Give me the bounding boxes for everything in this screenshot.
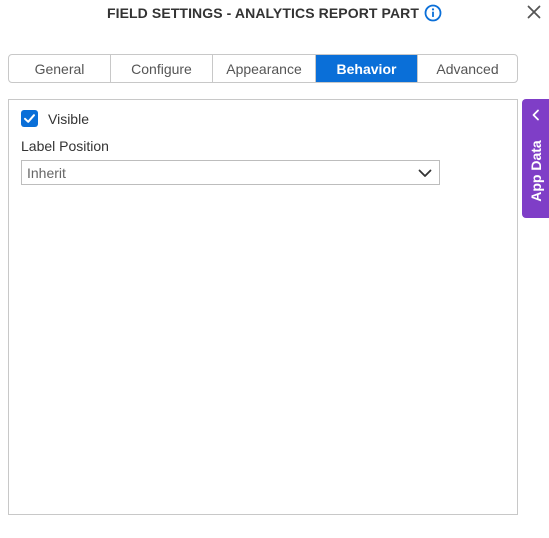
visible-checkbox[interactable]	[21, 110, 38, 127]
tab-advanced[interactable]: Advanced	[418, 55, 517, 82]
tab-appearance[interactable]: Appearance	[213, 55, 316, 82]
label-position-select[interactable]: Inherit	[21, 160, 440, 185]
tab-general[interactable]: General	[9, 55, 111, 82]
behavior-panel: Visible Label Position Inherit	[8, 99, 518, 515]
visible-row: Visible	[21, 110, 89, 127]
field-settings-dialog: FIELD SETTINGS - ANALYTICS REPORT PART G…	[0, 0, 549, 538]
info-icon[interactable]	[424, 4, 442, 22]
close-icon	[527, 5, 541, 19]
chevron-left-icon	[532, 109, 539, 121]
app-data-label: App Data	[527, 140, 544, 202]
app-data-panel-toggle[interactable]: App Data	[522, 99, 549, 218]
checkmark-icon	[24, 114, 35, 123]
dialog-title: FIELD SETTINGS - ANALYTICS REPORT PART	[106, 5, 420, 21]
chevron-down-icon	[418, 169, 432, 177]
dialog-header: FIELD SETTINGS - ANALYTICS REPORT PART	[0, 0, 549, 26]
settings-tabs: General Configure Appearance Behavior Ad…	[8, 54, 518, 83]
close-button[interactable]	[525, 3, 543, 21]
label-position-value: Inherit	[27, 164, 66, 181]
label-position-label: Label Position	[21, 138, 109, 154]
visible-label: Visible	[48, 110, 89, 127]
tab-configure[interactable]: Configure	[111, 55, 213, 82]
tab-behavior[interactable]: Behavior	[316, 55, 418, 82]
